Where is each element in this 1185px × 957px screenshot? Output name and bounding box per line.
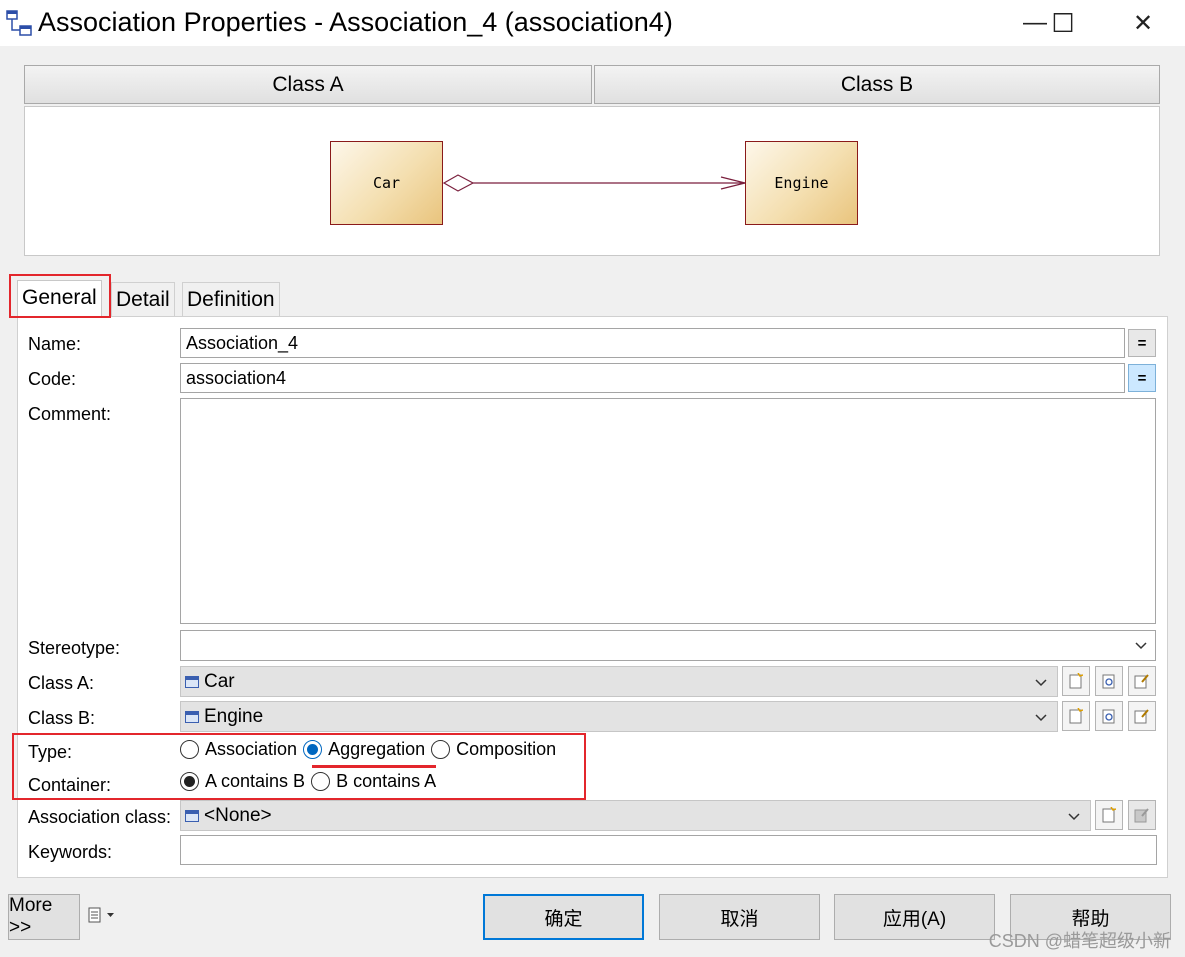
browse-icon — [1102, 709, 1115, 724]
radio-selected-circle — [303, 740, 323, 759]
chevron-down-icon — [1035, 714, 1047, 722]
class-b-properties-button[interactable] — [1128, 701, 1156, 731]
class-a-combobox[interactable]: Car — [180, 666, 1058, 697]
association-class-combobox[interactable]: <None> — [180, 800, 1091, 831]
a-contains-b-radio[interactable]: A contains B — [180, 771, 305, 792]
class-a-symbol[interactable]: Car — [330, 141, 443, 225]
stereotype-combobox[interactable] — [180, 630, 1156, 661]
cancel-button[interactable]: 取消 — [659, 894, 820, 940]
comment-label: Comment: — [28, 404, 112, 424]
more-button[interactable]: More >> — [8, 894, 80, 940]
browse-icon — [1102, 674, 1115, 689]
radio-circle — [431, 740, 451, 759]
association-class-properties-button[interactable] — [1128, 800, 1156, 830]
b-contains-a-label: B contains A — [336, 771, 437, 791]
create-class-b-button[interactable] — [1062, 701, 1090, 731]
class-a-value: Car — [204, 670, 235, 692]
type-association-radio[interactable]: Association — [180, 739, 297, 760]
watermark: CSDN @蜡笔超级小新 — [988, 931, 1171, 951]
container-label: Container: — [28, 775, 112, 795]
radio-selected-circle — [180, 772, 199, 791]
ok-button[interactable]: 确定 — [483, 894, 644, 940]
name-label: Name: — [28, 334, 82, 354]
association-diagram: Car Engine — [24, 106, 1160, 256]
new-object-icon — [1102, 807, 1116, 823]
stereotype-label: Stereotype: — [28, 638, 121, 658]
dropdown-arrow-icon — [107, 913, 114, 917]
class-b-symbol[interactable]: Engine — [745, 141, 858, 225]
class-b-value: Engine — [204, 705, 264, 727]
radio-circle — [311, 772, 331, 791]
container-radio-group: A contains B B contains A — [180, 771, 436, 792]
code-label: Code: — [28, 369, 77, 389]
class-icon — [185, 809, 199, 822]
create-class-a-button[interactable] — [1062, 666, 1090, 696]
properties-icon — [1134, 808, 1149, 823]
type-composition-label: Composition — [456, 739, 557, 759]
code-equals-button[interactable]: = — [1128, 364, 1156, 392]
class-icon — [185, 710, 199, 723]
select-class-b-button[interactable] — [1095, 701, 1123, 731]
code-field[interactable]: association4 — [180, 363, 1125, 393]
aggregation-underline — [312, 765, 436, 768]
general-tab-highlight — [9, 274, 111, 318]
new-object-icon — [1069, 673, 1083, 689]
tab-detail[interactable]: Detail — [111, 282, 175, 318]
type-aggregation-label: Aggregation — [328, 739, 426, 759]
name-field[interactable]: Association_4 — [180, 328, 1125, 358]
window-title: Association Properties - Association_4 (… — [38, 7, 673, 37]
type-label: Type: — [28, 742, 73, 762]
new-object-icon — [1069, 708, 1083, 724]
create-association-class-button[interactable] — [1095, 800, 1123, 830]
close-button[interactable]: ✕ — [1113, 0, 1173, 46]
class-icon — [185, 675, 199, 688]
properties-icon — [1134, 709, 1149, 724]
class-b-header-button[interactable]: Class B — [594, 65, 1160, 104]
class-b-combobox[interactable]: Engine — [180, 701, 1058, 732]
chevron-down-icon — [1068, 813, 1080, 821]
properties-icon — [1134, 674, 1149, 689]
radio-circle — [180, 740, 199, 759]
association-class-value: <None> — [204, 804, 272, 826]
apply-button[interactable]: 应用(A) — [834, 894, 995, 940]
a-contains-b-label: A contains B — [205, 771, 306, 791]
type-radio-group: Association Aggregation Composition — [180, 739, 556, 760]
name-equals-button[interactable]: = — [1128, 329, 1156, 357]
select-class-a-button[interactable] — [1095, 666, 1123, 696]
menu-dropdown-button[interactable] — [87, 907, 116, 923]
comment-textarea[interactable] — [180, 398, 1156, 624]
class-b-label: Class B: — [28, 708, 96, 728]
type-aggregation-radio[interactable]: Aggregation — [303, 739, 425, 760]
chevron-down-icon — [1135, 642, 1147, 650]
aggregation-link[interactable] — [443, 171, 747, 195]
type-association-label: Association — [205, 739, 298, 759]
type-composition-radio[interactable]: Composition — [431, 739, 556, 760]
keywords-label: Keywords: — [28, 842, 113, 862]
association-icon — [6, 10, 32, 36]
class-a-label: Class A: — [28, 673, 95, 693]
maximize-button[interactable]: ☐ — [1033, 0, 1093, 46]
document-menu-icon — [88, 907, 101, 923]
tab-definition[interactable]: Definition — [182, 282, 280, 318]
class-a-properties-button[interactable] — [1128, 666, 1156, 696]
b-contains-a-radio[interactable]: B contains A — [311, 771, 436, 792]
association-class-label: Association class: — [28, 807, 172, 827]
chevron-down-icon — [1035, 679, 1047, 687]
keywords-field[interactable] — [180, 835, 1157, 865]
class-a-header-button[interactable]: Class A — [24, 65, 592, 104]
